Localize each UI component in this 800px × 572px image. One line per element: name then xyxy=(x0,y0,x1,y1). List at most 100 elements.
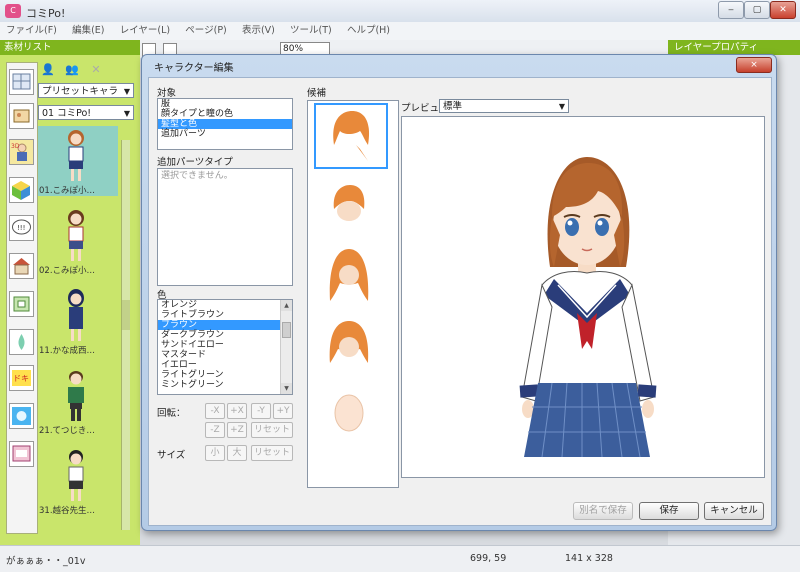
target-item-face[interactable]: 顔タイプと瞳の色 xyxy=(158,109,292,119)
color-item[interactable]: ダークブラウン xyxy=(158,330,292,340)
menu-view[interactable]: 表示(V) xyxy=(236,22,281,40)
color-item[interactable]: オレンジ xyxy=(158,300,292,310)
save-button[interactable]: 保存 xyxy=(639,502,699,520)
delete-character-icon[interactable]: ✕ xyxy=(88,62,104,77)
hair-option-none[interactable] xyxy=(314,383,388,449)
extra-parts-label: 追加パーツタイプ xyxy=(157,157,233,168)
target-listbox[interactable]: 服 顔タイプと瞳の色 髪型と色 追加パーツ xyxy=(157,98,293,150)
status-coords: 699, 59 xyxy=(470,553,507,564)
target-label: 対象 xyxy=(157,88,177,99)
character-name: 02.こみぽ小… xyxy=(39,266,96,276)
color-item[interactable]: ミントグリーン xyxy=(158,380,292,390)
extra-parts-listbox[interactable]: 選択できません。 xyxy=(157,168,293,286)
target-item-extra[interactable]: 追加パーツ xyxy=(158,129,292,139)
category-sound-effect-icon[interactable]: ドキ xyxy=(9,365,34,391)
category-effect-icon[interactable] xyxy=(9,329,34,355)
status-size: 141 x 328 xyxy=(565,553,613,564)
list-item-character-02[interactable]: 02.こみぽ小… xyxy=(38,206,118,276)
color-item[interactable]: サンドイエロー xyxy=(158,340,292,350)
preset-character-combo[interactable]: プリセットキャラ ▼ xyxy=(38,83,134,98)
preview-mode-combo[interactable]: 標準 ▼ xyxy=(439,99,569,113)
character-name: 11.かな成西… xyxy=(39,346,96,356)
hair-option-short-bob[interactable] xyxy=(314,103,388,169)
status-file: がぁぁぁ・・_01v xyxy=(6,556,86,567)
character-list: 01.こみぽ小… 02.こみぽ小… 11.かな成西… 21.てつじき… 31.越… xyxy=(38,126,118,528)
category-3d-object-icon[interactable] xyxy=(9,177,34,203)
bald-head-icon xyxy=(334,394,364,432)
preview-mode-value: 標準 xyxy=(443,101,463,112)
category-screentone-icon[interactable] xyxy=(9,403,34,429)
rotate-plus-y-button[interactable]: +Y xyxy=(273,403,293,419)
category-character-icon[interactable]: 3D xyxy=(9,139,34,165)
category-speech-balloon-icon[interactable]: !!! xyxy=(9,215,34,241)
window-title: コミPo! xyxy=(26,7,66,20)
category-background-icon[interactable] xyxy=(9,69,34,95)
svg-text:!!!: !!! xyxy=(17,224,25,232)
rotate-minus-y-button[interactable]: -Y xyxy=(251,403,271,419)
status-bar: がぁぁぁ・・_01v 699, 59 141 x 328 xyxy=(0,545,800,572)
character-preview-area[interactable] xyxy=(401,116,765,478)
color-item[interactable]: マスタード xyxy=(158,350,292,360)
cancel-button[interactable]: キャンセル xyxy=(704,502,764,520)
preset-combo-value: プリセットキャラ xyxy=(42,86,119,97)
chevron-down-icon: ▼ xyxy=(123,87,130,96)
save-as-button[interactable]: 別名で保存 xyxy=(573,502,633,520)
target-item-hair[interactable]: 髪型と色 xyxy=(158,119,292,129)
character-name: 21.てつじき… xyxy=(39,426,95,436)
list-item-character-01[interactable]: 01.こみぽ小… xyxy=(38,126,118,196)
color-item-selected[interactable]: ブラウン xyxy=(158,320,292,330)
maximize-button[interactable]: ▢ xyxy=(744,1,770,19)
hair-option-medium[interactable] xyxy=(314,313,388,379)
category-building-icon[interactable] xyxy=(9,253,34,279)
list-item-character-11[interactable]: 11.かな成西… xyxy=(38,286,118,356)
rotate-reset-button[interactable]: リセット xyxy=(251,422,293,438)
category-props-icon[interactable] xyxy=(9,103,34,129)
scroll-up-icon[interactable]: ▲ xyxy=(281,300,292,311)
svg-text:3D: 3D xyxy=(11,143,20,150)
character-thumbnail-icon xyxy=(68,289,84,341)
color-listbox[interactable]: オレンジ ライトブラウン ブラウン ダークブラウン サンドイエロー マスタード … xyxy=(157,299,293,395)
character-combo-value: 01 コミPo! xyxy=(42,108,92,119)
color-item[interactable]: ライトグリーン xyxy=(158,370,292,380)
size-label: サイズ xyxy=(157,450,186,461)
character-list-scrollbar[interactable] xyxy=(121,140,130,530)
menu-page[interactable]: ページ(P) xyxy=(179,22,232,40)
color-list-scrollbar[interactable]: ▲ ▼ xyxy=(280,300,292,394)
color-item[interactable]: イエロー xyxy=(158,360,292,370)
color-item[interactable]: ライトブラウン xyxy=(158,310,292,320)
dialog-close-button[interactable]: × xyxy=(736,57,772,73)
app-logo-icon: C xyxy=(5,4,21,18)
menu-edit[interactable]: 編集(E) xyxy=(66,22,110,40)
menu-tools[interactable]: ツール(T) xyxy=(284,22,338,40)
menu-layer[interactable]: レイヤー(L) xyxy=(114,22,176,40)
hair-option-short[interactable] xyxy=(314,173,388,239)
scroll-down-icon[interactable]: ▼ xyxy=(281,383,292,394)
list-item-character-31[interactable]: 31.越谷先生… xyxy=(38,446,118,516)
list-item-character-21[interactable]: 21.てつじき… xyxy=(38,366,118,436)
rotate-plus-z-button[interactable]: +Z xyxy=(227,422,247,438)
hair-long-icon xyxy=(329,249,369,301)
character-name: 01.こみぽ小… xyxy=(39,186,96,196)
rotate-label: 回転： xyxy=(157,408,186,419)
category-box-icon[interactable] xyxy=(9,291,34,317)
rotate-minus-z-button[interactable]: -Z xyxy=(205,422,225,438)
scrollbar-thumb[interactable] xyxy=(122,300,130,330)
svg-text:ドキ: ドキ xyxy=(13,374,29,383)
size-large-button[interactable]: 大 xyxy=(227,445,247,461)
edit-character-icon[interactable]: 👥 xyxy=(64,62,80,77)
target-item-clothes[interactable]: 服 xyxy=(158,99,292,109)
menu-help[interactable]: ヘルプ(H) xyxy=(341,22,396,40)
size-small-button[interactable]: 小 xyxy=(205,445,225,461)
add-character-icon[interactable]: 👤 xyxy=(40,62,56,77)
category-image-icon[interactable] xyxy=(9,441,34,467)
minimize-button[interactable]: ‒ xyxy=(718,1,744,19)
rotate-minus-x-button[interactable]: -X xyxy=(205,403,225,419)
character-thumbnail-icon xyxy=(68,210,84,261)
rotate-plus-x-button[interactable]: +X xyxy=(227,403,247,419)
menu-file[interactable]: ファイル(F) xyxy=(0,22,63,40)
character-select-combo[interactable]: 01 コミPo! ▼ xyxy=(38,105,134,120)
window-close-button[interactable]: ✕ xyxy=(770,1,796,19)
size-reset-button[interactable]: リセット xyxy=(251,445,293,461)
hair-option-long[interactable] xyxy=(314,243,388,309)
scrollbar-thumb[interactable] xyxy=(282,322,291,338)
